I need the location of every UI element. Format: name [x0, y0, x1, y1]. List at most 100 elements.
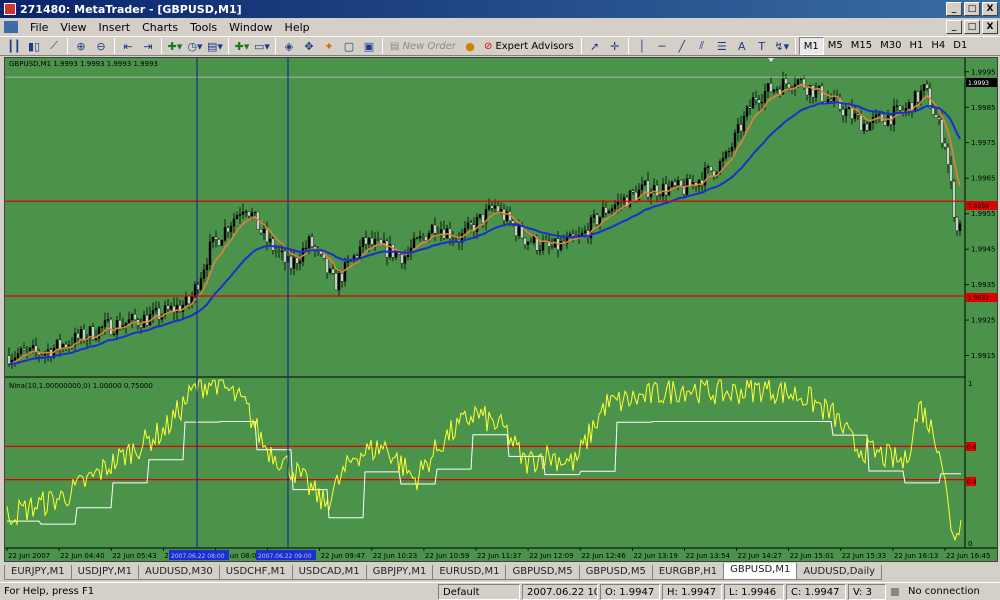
candle-body — [214, 236, 218, 240]
candle-body — [106, 319, 110, 321]
candle-body — [922, 84, 926, 91]
child-minimize-button[interactable]: _ — [946, 20, 962, 34]
chart-tabs: EURJPY,M1 USDJPY,M1 AUDUSD,M30 USDCHF,M1… — [0, 563, 1000, 580]
tab-eurjpy-m1[interactable]: EURJPY,M1 — [4, 565, 72, 580]
minimize-button[interactable]: _ — [946, 2, 962, 16]
tab-audusd-m30[interactable]: AUDUSD,M30 — [138, 565, 220, 580]
crosshair-icon[interactable]: ✛ — [605, 37, 625, 55]
tab-gbpusd-m5[interactable]: GBPUSD,M5 — [505, 565, 580, 580]
label-icon[interactable]: T — [752, 37, 772, 55]
expert-warning-icon[interactable]: ● — [460, 37, 480, 55]
timeframe-m5[interactable]: M5 — [824, 37, 847, 55]
new-order-button[interactable]: ▤ New Order — [386, 37, 460, 55]
candle-body — [820, 85, 824, 102]
trendline-icon[interactable]: ╱ — [672, 37, 692, 55]
candle-chart-icon[interactable]: ▮▯ — [24, 37, 44, 55]
templates-icon[interactable]: ▤▾ — [205, 37, 225, 55]
timeframe-h1[interactable]: H1 — [905, 37, 927, 55]
timeframe-m1[interactable]: M1 — [798, 37, 824, 55]
new-chart-icon[interactable]: ✚▾ — [232, 37, 252, 55]
timeframe-m30[interactable]: M30 — [876, 37, 905, 55]
child-close-button[interactable]: X — [982, 20, 998, 34]
zoom-out-icon[interactable]: ⊖ — [91, 37, 111, 55]
price-tick-label: 1.9955 — [971, 210, 996, 218]
candle-body — [706, 166, 710, 168]
candle-body — [847, 107, 851, 110]
timeframe-m15[interactable]: M15 — [847, 37, 876, 55]
time-tick-label: 22 Jun 12:46 — [581, 552, 626, 560]
tab-audusd-daily[interactable]: AUDUSD,Daily — [796, 565, 883, 580]
candle-body — [265, 229, 269, 243]
candle-body — [211, 236, 215, 242]
text-icon[interactable]: A — [732, 37, 752, 55]
candle-body — [355, 255, 359, 259]
candle-body — [238, 214, 242, 216]
navigator-icon[interactable]: ✥ — [299, 37, 319, 55]
menu-charts[interactable]: Charts — [136, 21, 184, 34]
tab-gbpusd-m5-2[interactable]: GBPUSD,M5 — [578, 565, 653, 580]
candle-body — [199, 278, 203, 290]
autoscroll-icon[interactable]: ⇤ — [118, 37, 138, 55]
tab-gbpusd-m1[interactable]: GBPUSD,M1 — [723, 563, 798, 580]
candle-body — [169, 305, 173, 310]
candle-body — [154, 307, 158, 311]
price-tick-label: 1.9935 — [971, 281, 996, 289]
vertical-line-icon[interactable]: │ — [632, 37, 652, 55]
tab-usdcad-m1[interactable]: USDCAD,M1 — [291, 565, 367, 580]
menu-insert[interactable]: Insert — [93, 21, 137, 34]
bar-chart-icon[interactable]: ┃┃ — [4, 37, 24, 55]
menu-help[interactable]: Help — [279, 21, 316, 34]
candle-body — [469, 222, 473, 225]
expert-advisors-button[interactable]: ⊘ Expert Advisors — [480, 37, 578, 55]
indicator-level-tag-lower-label: 0.4 — [967, 479, 977, 486]
chart-shift-icon[interactable]: ⇥ — [138, 37, 158, 55]
chart-window[interactable]: GBPUSD,M1 1.9993 1.9993 1.9993 1.9993 Ni… — [4, 57, 998, 562]
tab-gbpjpy-m1[interactable]: GBPJPY,M1 — [365, 565, 434, 580]
timeframe-h4[interactable]: H4 — [927, 37, 949, 55]
tester-icon[interactable]: ▢ — [339, 37, 359, 55]
tab-eurusd-m1[interactable]: EURUSD,M1 — [432, 565, 507, 580]
close-button[interactable]: X — [982, 2, 998, 16]
candle-body — [463, 228, 467, 234]
menu-tools[interactable]: Tools — [184, 21, 223, 34]
candle-body — [766, 83, 770, 92]
candle-body — [733, 132, 737, 148]
candle-body — [418, 236, 422, 239]
candle-body — [664, 183, 668, 196]
chart-window-icon[interactable] — [4, 21, 18, 33]
candle-body — [958, 223, 962, 231]
indicators-icon[interactable]: ✚▾ — [165, 37, 185, 55]
line-chart-icon[interactable]: ⟋ — [44, 37, 64, 55]
menu-window[interactable]: Window — [223, 21, 278, 34]
candle-body — [223, 227, 227, 241]
price-chart[interactable]: GBPUSD,M1 1.9993 1.9993 1.9993 1.9993 Ni… — [5, 58, 998, 562]
candle-body — [259, 229, 263, 234]
tab-eurgbp-h1[interactable]: EURGBP,H1 — [651, 565, 725, 580]
channel-icon[interactable]: ⫽ — [692, 37, 712, 55]
tab-usdjpy-m1[interactable]: USDJPY,M1 — [70, 565, 140, 580]
data-window-icon[interactable]: ▣ — [359, 37, 379, 55]
candle-body — [31, 345, 35, 349]
candle-body — [376, 238, 380, 241]
child-restore-button[interactable]: □ — [964, 20, 980, 34]
candle-body — [727, 150, 731, 153]
candle-body — [295, 257, 299, 264]
zoom-in-icon[interactable]: ⊕ — [71, 37, 91, 55]
tab-usdchf-m1[interactable]: USDCHF,M1 — [218, 565, 293, 580]
candle-body — [346, 261, 350, 263]
menu-file[interactable]: File — [24, 21, 54, 34]
profiles-icon[interactable]: ▭▾ — [252, 37, 272, 55]
market-watch-icon[interactable]: ◈ — [279, 37, 299, 55]
chart-shift-marker[interactable] — [768, 58, 774, 62]
periods-icon[interactable]: ◷▾ — [185, 37, 205, 55]
maximize-button[interactable]: □ — [964, 2, 980, 16]
arrows-icon[interactable]: ↯▾ — [772, 37, 792, 55]
fibonacci-icon[interactable]: ☰ — [712, 37, 732, 55]
timeframe-d1[interactable]: D1 — [949, 37, 971, 55]
terminal-icon[interactable]: ✦ — [319, 37, 339, 55]
menu-view[interactable]: View — [54, 21, 92, 34]
candle-body — [595, 214, 599, 225]
horizontal-line-icon[interactable]: ─ — [652, 37, 672, 55]
expert-advisors-label: Expert Advisors — [495, 40, 574, 52]
cursor-icon[interactable]: ➚ — [585, 37, 605, 55]
